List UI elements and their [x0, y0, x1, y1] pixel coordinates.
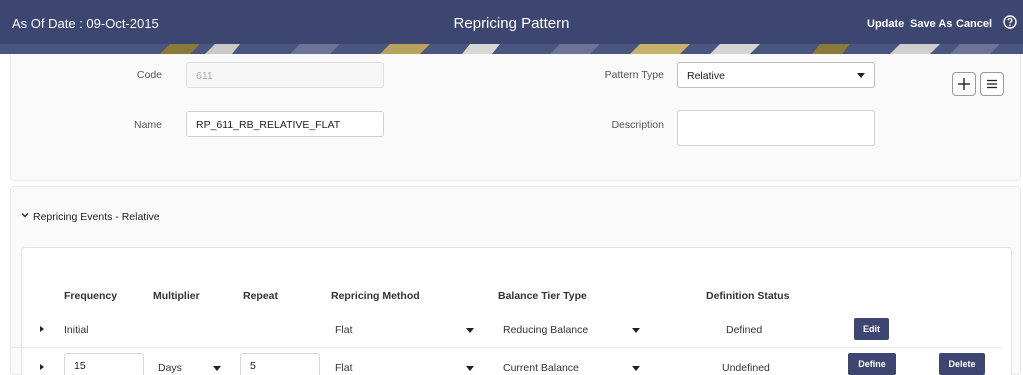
frequency-cell: Initial — [64, 324, 89, 336]
name-label: Name — [133, 119, 162, 131]
repricing-method-cell[interactable]: Flat — [335, 324, 353, 336]
definition-status-cell: Defined — [726, 324, 763, 336]
section-title: Repricing Events - Relative — [33, 211, 160, 223]
frequency-input[interactable]: 15 — [64, 353, 144, 375]
chevron-down-icon — [857, 73, 865, 78]
chevron-down-icon[interactable] — [213, 366, 221, 371]
plus-icon — [958, 78, 970, 90]
code-label: Code — [136, 69, 162, 81]
description-label: Description — [611, 119, 664, 131]
cancel-button[interactable]: Cancel — [956, 18, 992, 30]
column-header-repeat: Repeat — [243, 290, 279, 302]
column-header-definition-status: Definition Status — [706, 290, 790, 302]
chevron-down-icon[interactable] — [632, 328, 640, 333]
app-header: As Of Date : 09-Oct-2015 Repricing Patte… — [0, 0, 1023, 54]
pattern-type-value: Relative — [687, 70, 725, 82]
pattern-type-label: Pattern Type — [604, 69, 664, 81]
delete-button[interactable]: Delete — [939, 353, 985, 375]
balance-tier-type-cell[interactable]: Current Balance — [503, 362, 579, 374]
table-row: 15 Days 5 Flat Current Balance Undefined… — [10, 348, 1001, 375]
add-row-button[interactable] — [952, 72, 976, 96]
expand-row-icon[interactable] — [40, 364, 44, 370]
edit-button[interactable]: Edit — [854, 318, 889, 340]
repeat-input[interactable]: 5 — [240, 353, 320, 375]
help-circle-icon[interactable] — [1003, 15, 1017, 29]
balance-tier-type-cell[interactable]: Reducing Balance — [503, 324, 588, 336]
columns-menu-button[interactable] — [980, 72, 1004, 96]
multiplier-select[interactable]: Days — [158, 362, 182, 374]
name-field[interactable]: RP_611_RB_RELATIVE_FLAT — [186, 111, 384, 137]
expand-row-icon[interactable] — [40, 326, 44, 332]
column-header-repricing-method: Repricing Method — [331, 290, 420, 302]
column-header-frequency: Frequency — [64, 290, 118, 302]
define-button[interactable]: Define — [848, 353, 896, 375]
column-header-multiplier: Multiplier — [153, 290, 200, 302]
header-decorative-pattern — [0, 44, 1023, 54]
chevron-down-icon[interactable] — [632, 366, 640, 371]
update-button[interactable]: Update — [867, 18, 904, 30]
code-field: 611 — [186, 62, 384, 88]
description-field[interactable] — [677, 110, 875, 146]
table-row: Initial Flat Reducing Balance Defined Ed… — [10, 312, 1001, 348]
column-header-balance-tier-type: Balance Tier Type — [498, 290, 587, 302]
repricing-method-cell[interactable]: Flat — [335, 362, 353, 374]
list-icon — [987, 79, 997, 89]
chevron-down-icon[interactable] — [21, 211, 29, 219]
chevron-down-icon[interactable] — [466, 366, 474, 371]
save-as-button[interactable]: Save As — [910, 18, 952, 30]
definition-status-cell: Undefined — [722, 362, 770, 374]
pattern-type-select[interactable]: Relative — [677, 62, 875, 88]
chevron-down-icon[interactable] — [466, 328, 474, 333]
